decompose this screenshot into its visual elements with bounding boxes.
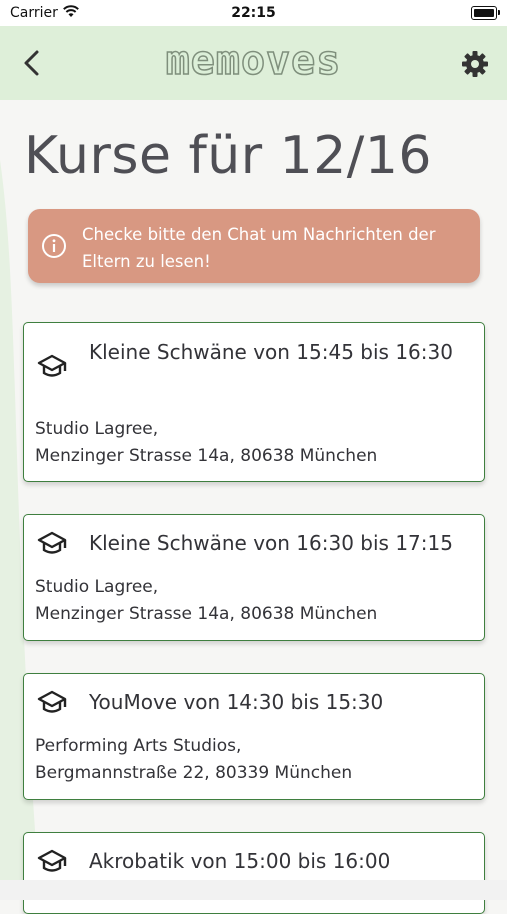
course-title: Kleine Schwäne von 16:30 bis 17:15 — [89, 531, 453, 555]
course-venue: Performing Arts Studios, — [35, 736, 242, 756]
page-title: Kurse für 12/16 — [24, 126, 432, 186]
course-title: Kleine Schwäne von 15:45 bis 16:30 — [89, 340, 453, 364]
app-bar: memoves — [0, 26, 507, 100]
course-title: YouMove von 14:30 bis 15:30 — [89, 690, 384, 714]
graduation-cap-icon — [37, 354, 67, 377]
gear-icon[interactable] — [461, 50, 489, 78]
chat-alert-banner[interactable]: Checke bitte den Chat um Nachrichten der… — [28, 209, 480, 283]
course-card[interactable]: YouMove von 14:30 bis 15:30 Performing A… — [23, 673, 485, 800]
course-address: Menzinger Strasse 14a, 80638 München — [35, 604, 378, 624]
course-card[interactable]: Akrobatik von 15:00 bis 16:00 — [23, 832, 485, 914]
course-card[interactable]: Kleine Schwäne von 16:30 bis 17:15 Studi… — [23, 514, 485, 641]
alert-text: Checke bitte den Chat um Nachrichten der… — [82, 225, 436, 271]
course-venue: Studio Lagree, — [35, 577, 159, 597]
course-card[interactable]: Kleine Schwäne von 15:45 bis 16:30 Studi… — [23, 322, 485, 482]
app-logo: memoves — [165, 37, 342, 85]
course-address: Menzinger Strasse 14a, 80638 München — [35, 446, 378, 466]
battery-icon — [471, 6, 500, 20]
course-title: Akrobatik von 15:00 bis 16:00 — [89, 849, 391, 873]
graduation-cap-icon — [37, 531, 67, 554]
status-bar: Carrier 22:15 — [0, 0, 507, 26]
course-address: Bergmannstraße 22, 80339 München — [35, 763, 353, 783]
graduation-cap-icon — [37, 690, 67, 713]
graduation-cap-icon — [37, 849, 67, 872]
bottom-safe-area — [0, 880, 507, 900]
info-icon — [42, 234, 66, 258]
course-venue: Studio Lagree, — [35, 419, 159, 439]
clock: 22:15 — [231, 5, 276, 21]
